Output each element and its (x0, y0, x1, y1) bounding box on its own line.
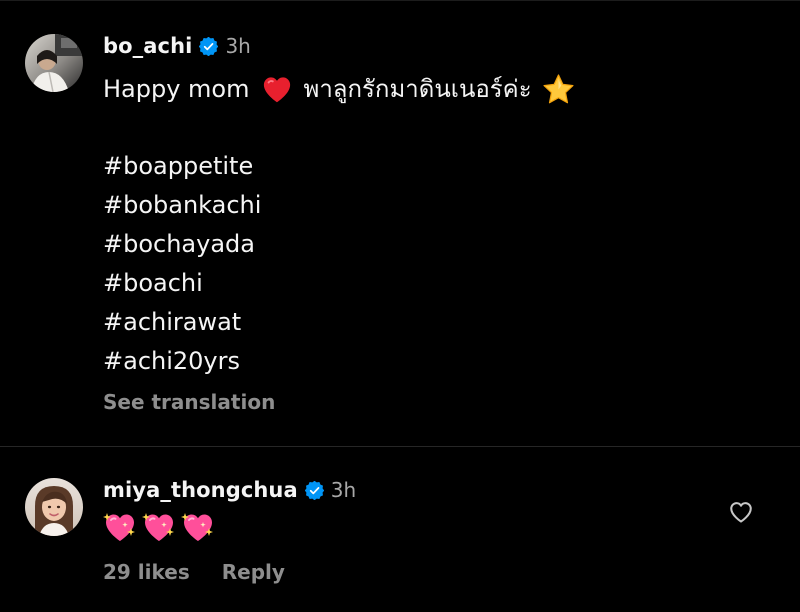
hashtag-link[interactable]: #bobankachi (103, 186, 753, 225)
hashtag-link[interactable]: #boappetite (103, 147, 753, 186)
verified-badge-icon (199, 36, 219, 56)
star-icon (542, 73, 575, 106)
sparkling-heart-icon (103, 510, 137, 544)
like-heart-icon[interactable] (728, 499, 754, 525)
post-header: bo_achi 3h (103, 31, 251, 61)
reply-button[interactable]: Reply (222, 560, 285, 584)
hashtag-link[interactable]: #achi20yrs (103, 342, 753, 381)
caption-text-thai: พาลูกรักมาดินเนอร์ค่ะ (303, 75, 532, 103)
sparkling-heart-icon (181, 510, 215, 544)
comment-header: miya_thongchua 3h (103, 475, 356, 505)
comment-text (103, 509, 215, 545)
caption-first-line: Happy mom พาลูกรักมาดินเนอร์ค่ะ (103, 70, 753, 109)
post-caption: bo_achi 3h Happy mom พาลูกรักมาดินเนอร์ค… (0, 0, 800, 446)
comment-username[interactable]: miya_thongchua (103, 478, 298, 502)
commenter-avatar[interactable] (25, 478, 83, 536)
post-username[interactable]: bo_achi (103, 34, 192, 58)
post-timestamp: 3h (225, 34, 251, 58)
verified-badge-icon (304, 480, 324, 500)
red-heart-icon (262, 75, 292, 105)
hashtag-link[interactable]: #achirawat (103, 303, 753, 342)
comment-timestamp: 3h (330, 478, 357, 502)
divider (0, 446, 800, 447)
hashtag-link[interactable]: #bochayada (103, 225, 753, 264)
see-translation-link[interactable]: See translation (103, 390, 275, 414)
caption-text: Happy mom พาลูกรักมาดินเนอร์ค่ะ #boappet… (103, 70, 753, 381)
sparkling-heart-icon (142, 510, 176, 544)
hashtag-link[interactable]: #boachi (103, 264, 753, 303)
comment-actions: 29 likes Reply (103, 560, 285, 584)
caption-text-english: Happy mom (103, 75, 250, 103)
likes-count[interactable]: 29 likes (103, 560, 190, 584)
avatar[interactable] (25, 34, 83, 92)
